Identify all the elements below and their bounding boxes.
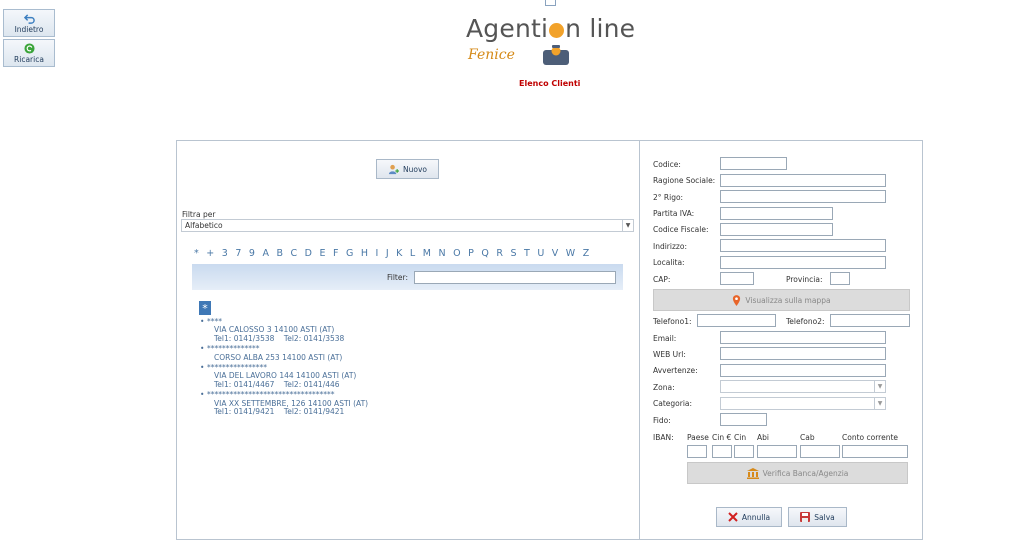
fido-label: Fido: <box>653 416 671 425</box>
client-name: ********************************** <box>207 390 335 400</box>
map-pin-icon <box>733 294 741 306</box>
client-phones: Tel1: 0141/9421 Tel2: 0141/9421 <box>214 407 345 417</box>
codice-fiscale-label: Codice Fiscale: <box>653 225 709 234</box>
localita-label: Localita: <box>653 258 685 267</box>
zona-select[interactable]: ▼ <box>720 380 886 393</box>
filter-by-label: Filtra per <box>182 210 216 219</box>
back-label: Indietro <box>14 25 44 34</box>
provincia-field[interactable] <box>830 272 850 285</box>
close-icon <box>728 512 738 522</box>
secondo-rigo-field[interactable] <box>720 190 886 203</box>
provincia-label: Provincia: <box>786 275 823 284</box>
verify-bank-button[interactable]: Verifica Banca/Agenzia <box>687 462 908 484</box>
telefono2-field[interactable] <box>830 314 910 327</box>
refresh-icon <box>23 43 35 54</box>
cancel-button[interactable]: Annulla <box>716 507 782 527</box>
save-button[interactable]: Salva <box>788 507 847 527</box>
web-url-label: WEB Url: <box>653 350 686 359</box>
chevron-down-icon: ▼ <box>874 398 885 409</box>
categoria-select[interactable]: ▼ <box>720 397 886 410</box>
save-icon <box>800 512 811 522</box>
ragione-sociale-label: Ragione Sociale: <box>653 176 716 185</box>
new-client-label: Nuovo <box>403 164 427 174</box>
email-field[interactable] <box>720 331 886 344</box>
iban-label: IBAN: <box>653 433 674 442</box>
iban-cab-field[interactable] <box>800 445 840 458</box>
logo-text-1: Agenti <box>466 14 549 43</box>
client-address: CORSO ALBA 253 14100 ASTI (AT) <box>214 352 343 362</box>
iban-cab-header: Cab <box>800 433 815 442</box>
iban-conto-field[interactable] <box>842 445 908 458</box>
client-phones: Tel1: 0141/3538 Tel2: 0141/3538 <box>214 333 345 343</box>
new-client-button[interactable]: Nuovo <box>376 159 439 179</box>
zona-label: Zona: <box>653 383 675 392</box>
codice-fiscale-field[interactable] <box>720 223 833 236</box>
agent-briefcase-icon <box>543 45 569 65</box>
cap-label: CAP: <box>653 275 671 284</box>
iban-cin-eu-header: Cin € <box>712 433 732 442</box>
save-label: Salva <box>814 512 835 522</box>
chevron-down-icon: ▼ <box>874 381 885 392</box>
panel-divider <box>639 140 640 540</box>
list-item[interactable]: • ********************************** VIA X… <box>200 390 368 417</box>
categoria-label: Categoria: <box>653 399 693 408</box>
list-item[interactable]: • **************** VIA DEL LAVORO 144 1410… <box>200 363 368 389</box>
ragione-sociale-field[interactable] <box>720 174 886 187</box>
iban-conto-header: Conto corrente <box>842 433 898 442</box>
logo-dot-icon <box>549 23 565 38</box>
undo-icon <box>23 14 35 24</box>
filter-by-value: Alfabetico <box>185 221 223 230</box>
iban-abi-header: Abi <box>757 433 769 442</box>
localita-field[interactable] <box>720 256 886 269</box>
iban-paese-field[interactable] <box>687 445 707 458</box>
reload-label: Ricarica <box>14 55 44 64</box>
top-checkbox[interactable] <box>545 0 556 6</box>
iban-cin-eu-field[interactable] <box>712 445 732 458</box>
client-list: • **** VIA CALOSSO 3 14100 ASTI (AT) Tel1: … <box>200 317 368 418</box>
bank-icon <box>746 467 759 479</box>
iban-cin-field[interactable] <box>734 445 754 458</box>
back-button[interactable]: Indietro <box>3 9 55 37</box>
filter-by-select[interactable]: Alfabetico ▼ <box>181 219 634 232</box>
email-label: Email: <box>653 334 677 343</box>
cancel-label: Annulla <box>741 512 771 522</box>
cap-field[interactable] <box>720 272 754 285</box>
codice-label: Codice: <box>653 160 681 169</box>
show-map-button[interactable]: Visualizza sulla mappa <box>653 289 910 311</box>
iban-abi-field[interactable] <box>757 445 797 458</box>
client-name: ************** <box>207 344 260 354</box>
indirizzo-field[interactable] <box>720 239 886 252</box>
reload-button[interactable]: Ricarica <box>3 39 55 67</box>
verify-bank-label: Verifica Banca/Agenzia <box>762 468 849 478</box>
list-item[interactable]: • **** VIA CALOSSO 3 14100 ASTI (AT) Tel1: … <box>200 317 368 343</box>
iban-paese-header: Paese <box>687 433 709 442</box>
partita-iva-label: Partita IVA: <box>653 209 695 218</box>
filter-bar: Filter: <box>192 264 623 290</box>
show-map-label: Visualizza sulla mappa <box>745 295 831 305</box>
add-user-icon <box>388 164 399 174</box>
telefono1-label: Telefono1: <box>653 317 692 326</box>
client-phones: Tel1: 0141/4467 Tel2: 0141/446 <box>214 379 340 389</box>
list-item[interactable]: • ************** CORSO ALBA 253 14100 ASTI… <box>200 344 368 362</box>
web-url-field[interactable] <box>720 347 886 360</box>
avvertenze-field[interactable] <box>720 364 886 377</box>
filter-input[interactable] <box>414 271 616 284</box>
avvertenze-label: Avvertenze: <box>653 366 698 375</box>
fido-field[interactable] <box>720 413 767 426</box>
logo-text-2: n line <box>565 14 636 43</box>
codice-field[interactable] <box>720 157 787 170</box>
iban-cin-header: Cin <box>734 433 747 442</box>
group-header-badge: * <box>199 301 211 315</box>
page-title: Elenco Clienti <box>519 79 581 88</box>
secondo-rigo-label: 2° Rigo: <box>653 193 684 202</box>
filter-label: Filter: <box>387 273 408 282</box>
indirizzo-label: Indirizzo: <box>653 242 687 251</box>
partita-iva-field[interactable] <box>720 207 833 220</box>
logo-subtitle: Fenice <box>468 47 515 63</box>
alphabet-index[interactable]: * + 3 7 9 A B C D E F G H I J K L M N O … <box>194 248 589 259</box>
chevron-down-icon: ▼ <box>622 220 633 231</box>
telefono1-field[interactable] <box>697 314 776 327</box>
logo: Agenti n line <box>466 14 635 43</box>
telefono2-label: Telefono2: <box>786 317 825 326</box>
